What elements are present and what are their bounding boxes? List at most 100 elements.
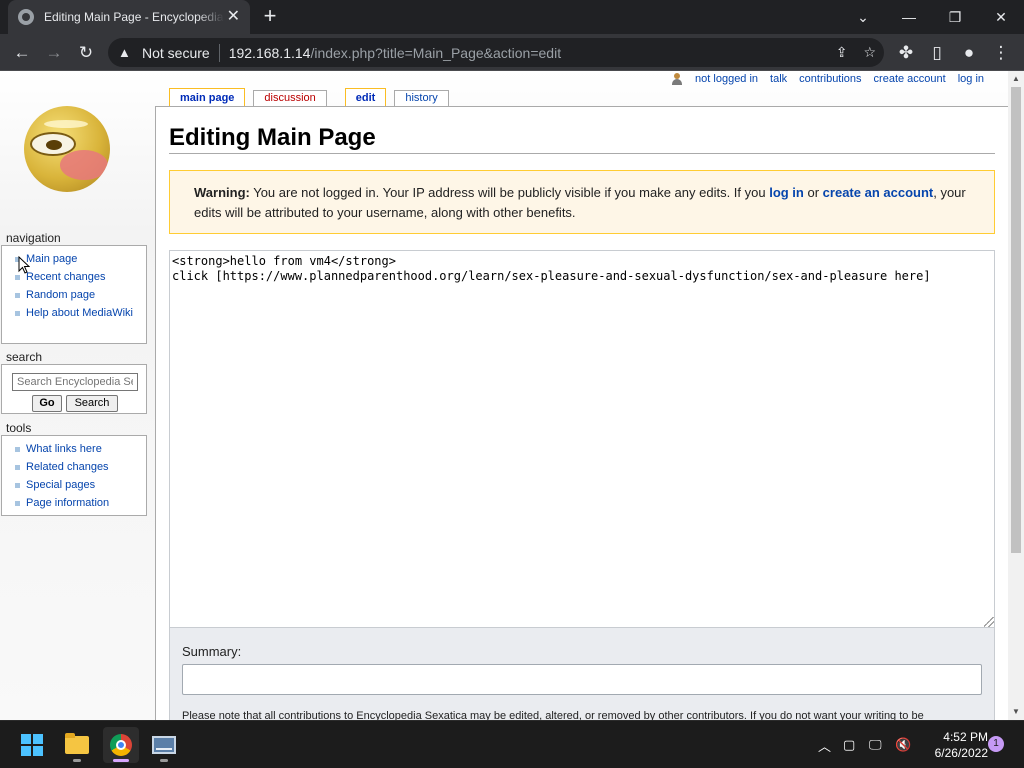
logo-highlight [44, 120, 88, 128]
summary-input[interactable] [182, 664, 982, 695]
warning-text-1: You are not logged in. Your IP address w… [249, 185, 770, 200]
summary-label: Summary: [182, 644, 242, 659]
extensions-puzzle-icon[interactable]: ✤ [893, 40, 919, 66]
side-panel-icon[interactable]: ▯ [924, 40, 950, 66]
navigation-heading: navigation [6, 231, 61, 245]
tray-app-icon[interactable]: ▢ [843, 721, 855, 768]
taskbar-file-explorer[interactable] [59, 727, 95, 763]
page-scrollbar[interactable]: ▲ ▼ [1008, 71, 1024, 720]
contribution-notice: Please note that all contributions to En… [182, 710, 924, 720]
close-icon[interactable]: ✕ [227, 9, 240, 25]
share-icon[interactable]: ⇪ [836, 44, 848, 61]
omnibox-actions: ⇪ ☆ [836, 38, 876, 67]
notification-badge[interactable]: 1 [988, 736, 1004, 752]
chevron-down-icon[interactable]: ⌄ [840, 0, 886, 34]
scroll-up-arrow-icon[interactable]: ▲ [1008, 71, 1024, 87]
tray-chevron-up-icon[interactable]: ︿ [818, 721, 831, 768]
volume-muted-icon[interactable]: 🔇 [895, 721, 911, 768]
sidebar-item-what-links-here[interactable]: What links here [13, 440, 146, 458]
personal-not-logged-in: not logged in [695, 73, 759, 85]
restore-button[interactable]: ❐ [932, 0, 978, 34]
taskbar-indicator-active [113, 759, 129, 762]
editor-line: click [https://www.plannedparenthood.org… [172, 269, 931, 283]
personal-create-account[interactable]: create account [874, 73, 946, 85]
chrome-icon [110, 734, 132, 756]
wikitext-editor[interactable]: <strong>hello from vm4</strong> click [h… [169, 250, 995, 628]
personal-talk[interactable]: talk [770, 73, 787, 85]
reload-icon[interactable]: ↻ [73, 40, 99, 66]
warning-triangle-icon[interactable]: ▲ [118, 45, 132, 60]
user-icon [671, 73, 683, 85]
taskbar-indicator [73, 759, 81, 762]
warning-create-account-link[interactable]: create an account [823, 185, 934, 200]
browser-tab-title: Editing Main Page - Encyclopedia Sexatic… [44, 10, 224, 24]
warning-login-link[interactable]: log in [769, 185, 804, 200]
menu-kebab-icon[interactable]: ⋮ [988, 40, 1014, 66]
tab-discussion[interactable]: discussion [253, 90, 327, 106]
tab-edit[interactable]: edit [344, 88, 387, 106]
scroll-down-arrow-icon[interactable]: ▼ [1008, 704, 1024, 720]
not-secure-label[interactable]: Not secure [142, 45, 210, 61]
site-logo[interactable] [24, 106, 110, 192]
sidebar-item-recent-changes[interactable]: Recent changes [13, 268, 146, 286]
star-icon[interactable]: ☆ [863, 44, 876, 61]
sidebar-item-page-information[interactable]: Page information [13, 494, 146, 512]
omnibox-divider [218, 43, 220, 62]
search-button[interactable]: Search [66, 395, 118, 412]
personal-contributions[interactable]: contributions [799, 73, 861, 85]
start-button[interactable] [14, 727, 50, 763]
logo-cheek [60, 150, 108, 180]
clock-date: 6/26/2022 [934, 746, 988, 760]
content-area: Editing Main Page Warning: You are not l… [155, 106, 1008, 720]
taskbar-indicator [160, 759, 168, 762]
scrollbar-thumb[interactable] [1011, 87, 1021, 553]
taskbar-vm-app[interactable] [146, 727, 182, 763]
back-arrow-icon[interactable]: ← [9, 40, 35, 66]
windows-taskbar: ︿ ▢ 🖵 🔇 4:52 PM 6/26/2022 1 [0, 720, 1024, 768]
profile-icon[interactable]: ● [956, 40, 982, 66]
editor-line: <strong>hello from vm4</strong> [172, 254, 396, 268]
system-clock[interactable]: 4:52 PM 6/26/2022 [918, 729, 988, 761]
url-host: 192.168.1.14 [228, 44, 311, 61]
sidebar-item-random-page[interactable]: Random page [13, 286, 146, 304]
tools-portlet: What links here Related changes Special … [1, 435, 147, 516]
forward-arrow-icon[interactable]: → [41, 40, 67, 66]
page-tabs: main page discussion edit history [169, 88, 449, 106]
warning-label: Warning: [194, 185, 250, 200]
anon-warning-box: Warning: You are not logged in. Your IP … [169, 170, 995, 234]
sidebar-item-special-pages[interactable]: Special pages [13, 476, 146, 494]
sidebar-item-related-changes[interactable]: Related changes [13, 458, 146, 476]
logo-pupil [46, 140, 62, 150]
go-button[interactable]: Go [32, 395, 62, 412]
folder-icon [65, 733, 89, 754]
sidebar-item-main-page[interactable]: Main page [13, 250, 146, 268]
tab-history[interactable]: history [394, 90, 449, 106]
taskbar-chrome[interactable] [103, 727, 139, 763]
close-window-button[interactable]: ✕ [978, 0, 1024, 34]
search-heading: search [6, 350, 43, 364]
url-path: /index.php?title=Main_Page&action=edit [310, 44, 562, 61]
sidebar-item-help[interactable]: Help about MediaWiki [13, 304, 146, 322]
browser-toolbar: ← → ↻ ▲ Not secure 192.168.1.14 /index.p… [0, 34, 1024, 71]
windows-logo-icon [21, 734, 43, 756]
search-input[interactable] [12, 373, 138, 391]
clock-time: 4:52 PM [943, 730, 988, 744]
browser-titlebar: Editing Main Page - Encyclopedia Sexatic… [0, 0, 1024, 34]
edit-options: Summary: Please note that all contributi… [169, 628, 995, 720]
address-bar[interactable]: ▲ Not secure 192.168.1.14 /index.php?tit… [108, 38, 884, 67]
tab-main-page[interactable]: main page [169, 88, 246, 106]
new-tab-button[interactable]: + [258, 5, 282, 29]
globe-icon [18, 9, 34, 25]
mouse-pointer-icon [18, 256, 30, 274]
browser-tab-active[interactable]: Editing Main Page - Encyclopedia Sexatic… [8, 0, 250, 34]
resize-handle[interactable] [984, 617, 994, 627]
tools-heading: tools [6, 421, 32, 435]
minimize-button[interactable]: — [886, 0, 932, 34]
page-viewport: not logged in talk contributions create … [0, 71, 1024, 720]
personal-log-in[interactable]: log in [958, 73, 984, 85]
page-title: Editing Main Page [169, 124, 995, 154]
virtual-machine-icon [152, 736, 176, 754]
search-portlet: Go Search [1, 364, 147, 414]
personal-tools: not logged in talk contributions create … [671, 73, 984, 85]
network-icon[interactable]: 🖵 [869, 721, 882, 768]
